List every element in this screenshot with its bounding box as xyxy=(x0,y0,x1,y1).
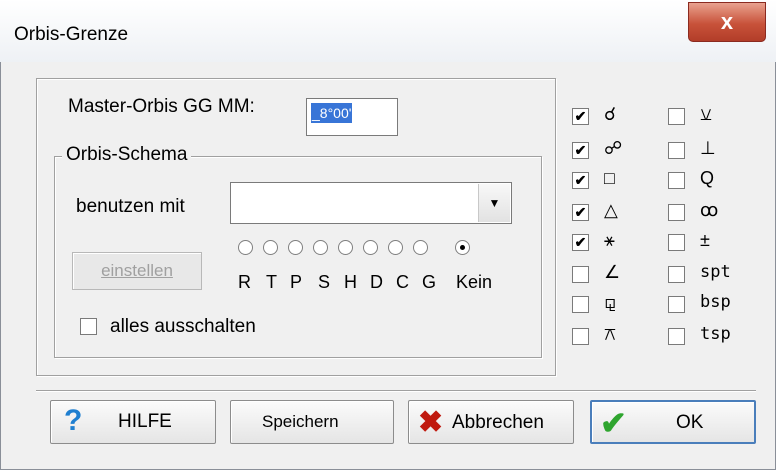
aspects_left-checkbox-3[interactable]: ✔ xyxy=(572,204,589,221)
aspects_right-checkbox-7[interactable] xyxy=(668,328,685,345)
aspects_right-symbol-4: ± xyxy=(700,230,710,250)
aspects_left-symbol-0: ☌ xyxy=(604,104,617,124)
aspects_left-symbol-4: ⚹ xyxy=(604,230,615,250)
radio-t[interactable] xyxy=(263,240,278,255)
aspects_right-checkbox-6[interactable] xyxy=(668,296,685,313)
aspects_left-symbol-6: ⚼ xyxy=(604,292,617,312)
aspects_left-checkbox-6[interactable] xyxy=(572,296,589,313)
aspects_right-checkbox-4[interactable] xyxy=(668,234,685,251)
aspects_right-symbol-6: bsp xyxy=(700,292,731,312)
aspects_left-symbol-3: △ xyxy=(604,200,618,220)
aspects_left-checkbox-0[interactable]: ✔ xyxy=(572,108,589,125)
master-orbis-value: _8°00' xyxy=(311,103,353,123)
cancel-label: Abbrechen xyxy=(452,412,544,433)
radio-h[interactable] xyxy=(338,240,353,255)
radio-label-c: C xyxy=(396,272,409,292)
help-label: HILFE xyxy=(118,411,172,432)
aspects_right-checkbox-5[interactable] xyxy=(668,266,685,283)
chevron-down-icon[interactable]: ▼ xyxy=(478,184,510,222)
radio-label-t: T xyxy=(266,272,277,292)
radio-label-s: S xyxy=(318,272,331,292)
radio-label-r: R xyxy=(238,272,251,292)
aspects_right-symbol-5: spt xyxy=(700,262,731,282)
einstellen-button[interactable]: einstellen xyxy=(72,252,202,290)
checkmark-icon: ✔ xyxy=(600,405,627,441)
radio-c[interactable] xyxy=(388,240,403,255)
master-orbis-label: Master-Orbis GG MM: xyxy=(68,96,255,117)
orbis-schema-legend: Orbis-Schema xyxy=(62,144,192,166)
radio-d[interactable] xyxy=(363,240,378,255)
aspects_right-symbol-1: ⊥ xyxy=(700,138,716,158)
radio-label-h: H xyxy=(344,272,357,292)
radio-g[interactable] xyxy=(413,240,428,255)
aspects_left-checkbox-4[interactable]: ✔ xyxy=(572,234,589,251)
aspects_right-checkbox-0[interactable] xyxy=(668,108,685,125)
radio-label-g: G xyxy=(422,272,437,292)
aspects_right-symbol-2: Q xyxy=(700,168,715,188)
aspects_left-checkbox-2[interactable]: ✔ xyxy=(572,172,589,189)
aspects_left-checkbox-7[interactable] xyxy=(572,328,589,345)
aspects_left-symbol-1: ☍ xyxy=(604,138,623,158)
aspects_right-checkbox-3[interactable] xyxy=(668,204,685,221)
radio-r[interactable] xyxy=(238,240,253,255)
einstellen-label: einstellen xyxy=(101,261,173,280)
aspects_left-symbol-2: □ xyxy=(604,168,615,188)
alles-ausschalten-label: alles ausschalten xyxy=(110,316,256,337)
radio-p[interactable] xyxy=(288,240,303,255)
save-label: Speichern xyxy=(262,412,339,431)
close-button[interactable]: x xyxy=(688,2,766,42)
radio-label-p: P xyxy=(290,272,303,292)
aspects_right-checkbox-1[interactable] xyxy=(668,142,685,159)
benutzen-mit-select[interactable] xyxy=(230,182,512,224)
aspects_right-checkbox-2[interactable] xyxy=(668,172,685,189)
radio-kein[interactable] xyxy=(455,240,470,255)
aspects_left-checkbox-5[interactable] xyxy=(572,266,589,283)
help-icon: ? xyxy=(64,404,83,437)
radio-label-kein: Kein xyxy=(456,272,493,292)
radio-s[interactable] xyxy=(313,240,328,255)
window-title: Orbis-Grenze xyxy=(14,24,129,45)
aspects_left-checkbox-1[interactable]: ✔ xyxy=(572,142,589,159)
master-orbis-input[interactable]: _8°00' xyxy=(306,98,398,136)
close-x-icon: ✖ xyxy=(418,406,444,439)
aspects_right-symbol-0: ⚺ xyxy=(700,104,712,124)
radio-label-d: D xyxy=(370,272,383,292)
aspects_left-symbol-7: ⚻ xyxy=(604,324,616,344)
ok-label: OK xyxy=(676,412,704,433)
aspects_right-symbol-7: tsp xyxy=(700,324,731,344)
aspects_left-symbol-5: ∠ xyxy=(604,262,621,282)
aspects_right-symbol-3: ꝏ xyxy=(700,200,719,220)
benutzen-mit-label: benutzen mit xyxy=(76,196,185,217)
alles-ausschalten-checkbox[interactable] xyxy=(80,318,97,335)
